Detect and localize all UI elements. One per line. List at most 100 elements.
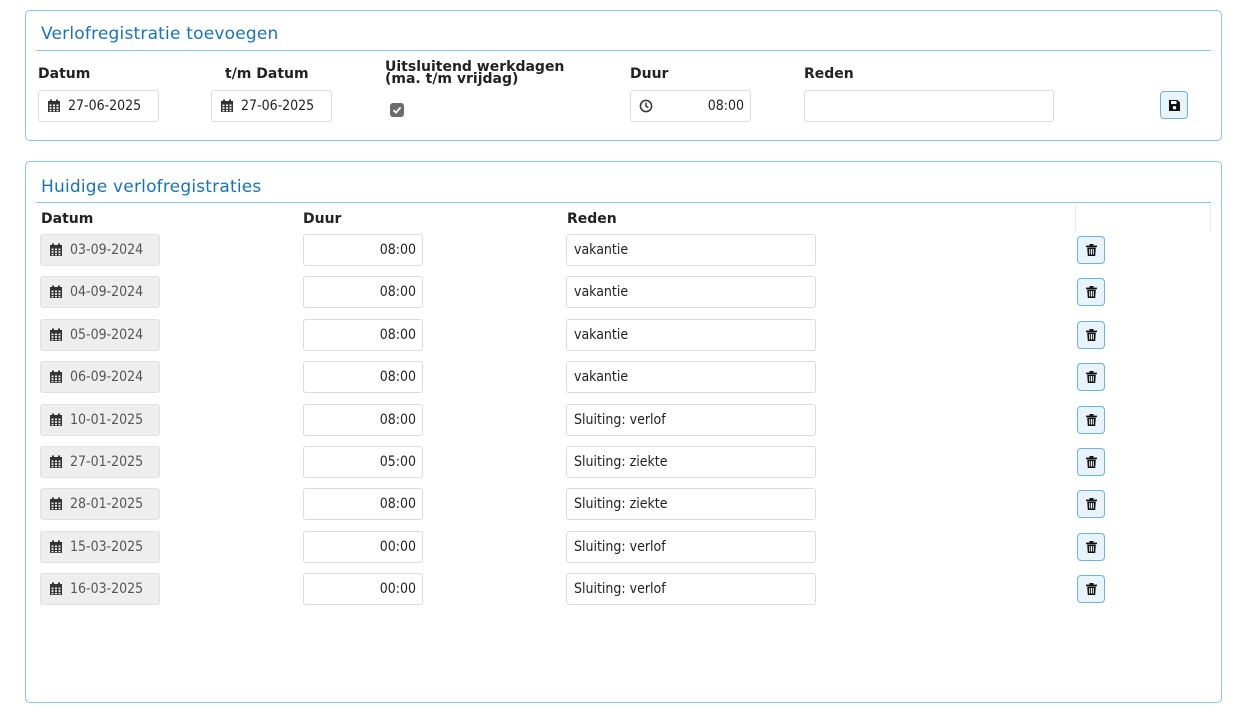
row-datum-field: 03-09-2024 bbox=[40, 234, 160, 266]
duur-value: 08:00 bbox=[707, 98, 744, 114]
check-icon bbox=[392, 106, 402, 114]
row-reden-value: Sluiting: ziekte bbox=[574, 454, 668, 470]
tm-datum-input[interactable]: 27-06-2025 bbox=[211, 90, 332, 122]
trash-icon bbox=[1085, 329, 1097, 341]
row-datum-value: 15-03-2025 bbox=[70, 539, 144, 555]
row-duur-value: 08:00 bbox=[379, 284, 416, 300]
row-reden-value: vakantie bbox=[574, 327, 629, 343]
row-datum-field: 04-09-2024 bbox=[40, 276, 160, 308]
tm-datum-value: 27-06-2025 bbox=[241, 98, 315, 114]
row-datum-field: 06-09-2024 bbox=[40, 361, 160, 393]
row-duur-input[interactable]: 05:00 bbox=[303, 446, 423, 478]
row-reden-input[interactable]: Sluiting: verlof bbox=[566, 531, 816, 563]
row-reden-value: vakantie bbox=[574, 242, 629, 258]
row-datum-field: 28-01-2025 bbox=[40, 488, 160, 520]
add-panel-title-rule bbox=[36, 50, 1211, 51]
row-duur-value: 05:00 bbox=[379, 454, 416, 470]
list-panel-title: Huidige verlofregistraties bbox=[41, 177, 262, 197]
row-duur-input[interactable]: 08:00 bbox=[303, 361, 423, 393]
delete-button[interactable] bbox=[1077, 575, 1105, 603]
row-datum-field: 05-09-2024 bbox=[40, 319, 160, 351]
trash-icon bbox=[1085, 583, 1097, 595]
row-datum-value: 06-09-2024 bbox=[70, 369, 144, 385]
row-datum-value: 03-09-2024 bbox=[70, 242, 144, 258]
clock-icon bbox=[639, 99, 653, 113]
save-icon bbox=[1168, 99, 1180, 111]
col-header-divider bbox=[1210, 205, 1211, 231]
datum-value: 27-06-2025 bbox=[68, 98, 142, 114]
row-duur-value: 08:00 bbox=[379, 369, 416, 385]
row-reden-input[interactable]: vakantie bbox=[566, 361, 816, 393]
row-duur-value: 00:00 bbox=[379, 539, 416, 555]
row-duur-input[interactable]: 08:00 bbox=[303, 404, 423, 436]
row-reden-value: Sluiting: verlof bbox=[574, 412, 666, 428]
row-datum-value: 27-01-2025 bbox=[70, 454, 144, 470]
row-reden-input[interactable]: Sluiting: ziekte bbox=[566, 488, 816, 520]
row-datum-field: 16-03-2025 bbox=[40, 573, 160, 605]
delete-button[interactable] bbox=[1077, 278, 1105, 306]
datum-input[interactable]: 27-06-2025 bbox=[38, 90, 159, 122]
trash-icon bbox=[1085, 286, 1097, 298]
row-datum-value: 16-03-2025 bbox=[70, 581, 144, 597]
row-reden-input[interactable]: vakantie bbox=[566, 319, 816, 351]
calendar-icon bbox=[50, 497, 62, 510]
calendar-icon bbox=[50, 455, 62, 468]
calendar-icon bbox=[50, 582, 62, 595]
trash-icon bbox=[1085, 498, 1097, 510]
row-duur-value: 08:00 bbox=[379, 327, 416, 343]
list-panel-title-rule bbox=[36, 202, 1211, 203]
row-reden-value: Sluiting: verlof bbox=[574, 539, 666, 555]
duur-input[interactable]: 08:00 bbox=[630, 90, 751, 122]
datum-label: Datum bbox=[38, 66, 91, 82]
calendar-icon bbox=[50, 243, 62, 256]
col-header-divider bbox=[1075, 205, 1076, 231]
row-duur-value: 08:00 bbox=[379, 496, 416, 512]
delete-button[interactable] bbox=[1077, 406, 1105, 434]
delete-button[interactable] bbox=[1077, 448, 1105, 476]
delete-button[interactable] bbox=[1077, 236, 1105, 264]
col-header-duur: Duur bbox=[303, 211, 342, 227]
row-reden-input[interactable]: Sluiting: ziekte bbox=[566, 446, 816, 478]
row-datum-value: 10-01-2025 bbox=[70, 412, 144, 428]
delete-button[interactable] bbox=[1077, 363, 1105, 391]
add-panel-title: Verlofregistratie toevoegen bbox=[41, 24, 279, 44]
row-datum-value: 04-09-2024 bbox=[70, 284, 144, 300]
delete-button[interactable] bbox=[1077, 533, 1105, 561]
col-header-datum: Datum bbox=[41, 211, 94, 227]
werkdagen-label-line2: (ma. t/m vrijdag) bbox=[385, 71, 519, 87]
delete-button[interactable] bbox=[1077, 321, 1105, 349]
row-duur-input[interactable]: 08:00 bbox=[303, 319, 423, 351]
row-reden-input[interactable]: Sluiting: verlof bbox=[566, 404, 816, 436]
trash-icon bbox=[1085, 244, 1097, 256]
row-duur-input[interactable]: 00:00 bbox=[303, 573, 423, 605]
calendar-icon bbox=[50, 328, 62, 341]
delete-button[interactable] bbox=[1077, 490, 1105, 518]
row-reden-input[interactable]: Sluiting: verlof bbox=[566, 573, 816, 605]
calendar-icon bbox=[50, 540, 62, 553]
row-duur-input[interactable]: 08:00 bbox=[303, 488, 423, 520]
row-duur-value: 00:00 bbox=[379, 581, 416, 597]
calendar-icon bbox=[50, 370, 62, 383]
row-datum-value: 05-09-2024 bbox=[70, 327, 144, 343]
row-datum-value: 28-01-2025 bbox=[70, 496, 144, 512]
calendar-icon bbox=[48, 99, 60, 112]
row-duur-value: 08:00 bbox=[379, 242, 416, 258]
trash-icon bbox=[1085, 541, 1097, 553]
row-reden-value: vakantie bbox=[574, 284, 629, 300]
calendar-icon bbox=[50, 285, 62, 298]
row-duur-input[interactable]: 08:00 bbox=[303, 234, 423, 266]
row-datum-field: 15-03-2025 bbox=[40, 531, 160, 563]
trash-icon bbox=[1085, 371, 1097, 383]
trash-icon bbox=[1085, 414, 1097, 426]
row-duur-input[interactable]: 08:00 bbox=[303, 276, 423, 308]
col-header-reden: Reden bbox=[567, 211, 617, 227]
row-duur-value: 08:00 bbox=[379, 412, 416, 428]
werkdagen-checkbox[interactable] bbox=[390, 103, 404, 117]
tm-datum-label: t/m Datum bbox=[225, 66, 309, 82]
calendar-icon bbox=[221, 99, 233, 112]
reden-input[interactable] bbox=[804, 90, 1054, 122]
row-duur-input[interactable]: 00:00 bbox=[303, 531, 423, 563]
row-reden-input[interactable]: vakantie bbox=[566, 276, 816, 308]
row-reden-input[interactable]: vakantie bbox=[566, 234, 816, 266]
save-button[interactable] bbox=[1160, 91, 1188, 119]
